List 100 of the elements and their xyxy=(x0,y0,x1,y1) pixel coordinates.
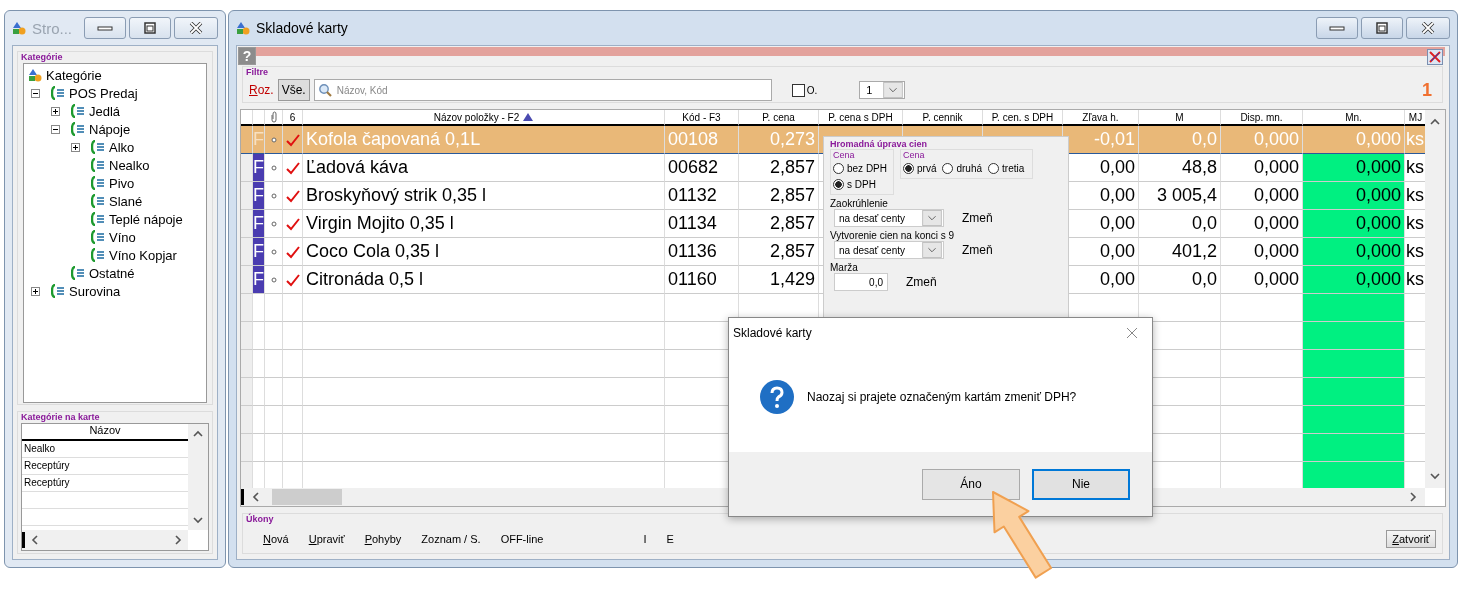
field-label: Marža xyxy=(830,262,858,273)
record-count: 1 xyxy=(1422,79,1432,101)
tree-item[interactable]: Jedlá xyxy=(89,103,121,119)
expand-toggle[interactable] xyxy=(31,286,40,296)
flag-cell: F xyxy=(253,182,265,210)
list-icon xyxy=(91,248,105,262)
maximize-button[interactable] xyxy=(129,17,171,39)
minimize-button[interactable] xyxy=(84,17,126,39)
tree-item[interactable]: Pivo xyxy=(109,175,135,191)
table-cell: 48,8 xyxy=(1139,154,1221,182)
action-button[interactable]: Zoznam / S. xyxy=(421,533,481,545)
row-header-cell xyxy=(241,350,253,378)
dialog-button[interactable]: Nie xyxy=(1032,468,1130,500)
row-header-cell[interactable] xyxy=(241,126,253,154)
close-icon[interactable] xyxy=(1126,327,1138,339)
radio-option[interactable]: druhá xyxy=(942,160,983,176)
radio-option[interactable]: bez DPH xyxy=(833,160,887,176)
tree-item[interactable]: POS Predaj xyxy=(69,85,138,101)
tree-item[interactable]: Víno Kopjar xyxy=(109,247,177,263)
empty-cell xyxy=(283,406,303,434)
action-button[interactable]: I xyxy=(643,533,647,545)
action-button[interactable]: Pohyby xyxy=(364,533,402,545)
dropdown[interactable]: na desať centy xyxy=(834,241,944,259)
minimize-button[interactable] xyxy=(1316,17,1358,39)
close-button[interactable] xyxy=(1406,17,1450,39)
table-cell: Receptúry xyxy=(22,458,188,475)
empty-cell xyxy=(253,434,265,462)
table-cell: Citronáda 0,5 l xyxy=(303,266,665,294)
scroll-right-icon[interactable] xyxy=(172,534,184,546)
scroll-right-icon[interactable] xyxy=(1407,491,1419,503)
list-icon xyxy=(91,230,105,244)
horizontal-scrollbar[interactable] xyxy=(22,530,208,550)
scroll-down-icon[interactable] xyxy=(192,514,204,526)
tree-item[interactable]: Surovina xyxy=(69,283,121,299)
apply-button[interactable]: Zmeň xyxy=(906,275,937,289)
collapse-toggle[interactable] xyxy=(51,124,60,134)
column-header[interactable]: Názov xyxy=(22,424,188,441)
tree-item[interactable]: Ostatné xyxy=(89,265,135,281)
collapse-toggle[interactable] xyxy=(31,88,40,98)
radio-option[interactable]: tretia xyxy=(988,160,1025,176)
expand-toggle[interactable] xyxy=(51,106,60,116)
expand-toggle[interactable] xyxy=(71,142,80,152)
list-icon xyxy=(71,104,85,118)
table-cell: 0,000 xyxy=(1303,126,1405,154)
tree-item[interactable]: Teplé nápoje xyxy=(109,211,183,227)
row-header-cell[interactable] xyxy=(241,238,253,266)
search-field[interactable]: Názov, Kód xyxy=(313,79,772,101)
table-cell: Kofola čapovaná 0,1L xyxy=(303,126,665,154)
scroll-left-icon[interactable] xyxy=(250,491,262,503)
table-cell: 1,429 xyxy=(739,266,819,294)
apply-button[interactable]: Zmeň xyxy=(962,243,993,257)
page-dropdown[interactable]: 1 xyxy=(859,81,906,99)
close-button[interactable] xyxy=(174,17,218,39)
close-button[interactable]: Zatvoriť xyxy=(1386,530,1436,548)
vertical-scrollbar[interactable] xyxy=(1425,110,1445,488)
scrollbar-thumb[interactable] xyxy=(272,489,342,505)
maximize-button[interactable] xyxy=(1361,17,1403,39)
table-cell: 0,000 xyxy=(1303,182,1405,210)
row-header-cell xyxy=(241,294,253,322)
row-header-cell[interactable] xyxy=(241,182,253,210)
caret-icon xyxy=(882,82,905,98)
scroll-left-icon[interactable] xyxy=(29,534,41,546)
tree-item[interactable]: Alko xyxy=(109,139,135,155)
flag-cell: F xyxy=(253,210,265,238)
row-header-cell[interactable] xyxy=(241,266,253,294)
table-cell: 0,0 xyxy=(1139,266,1221,294)
action-button[interactable]: E xyxy=(666,533,674,545)
apply-button[interactable]: Zmeň xyxy=(962,211,993,225)
action-button[interactable]: Nová xyxy=(263,533,289,545)
all-button[interactable]: Vše. xyxy=(277,79,310,101)
dot-icon xyxy=(270,192,277,199)
tree-item[interactable]: Slané xyxy=(109,193,143,209)
tree-item[interactable]: Víno xyxy=(109,229,136,245)
action-button[interactable]: OFF-line xyxy=(500,533,544,545)
expand-link[interactable]: Roz. xyxy=(249,83,274,97)
list-icon xyxy=(91,194,105,208)
shapes-icon xyxy=(236,21,250,35)
radio-option[interactable]: prvá xyxy=(903,160,937,176)
window-title: Stro... xyxy=(32,19,72,37)
row-header-cell[interactable] xyxy=(241,210,253,238)
close-icon[interactable] xyxy=(1427,49,1443,65)
tree-item[interactable]: Nealko xyxy=(109,157,150,173)
action-button[interactable]: Upraviť xyxy=(308,533,345,545)
margin-input[interactable]: 0,0 xyxy=(834,273,888,291)
tree-item[interactable]: Nápoje xyxy=(89,121,131,137)
scroll-down-icon[interactable] xyxy=(1429,470,1441,482)
table-cell: Receptúry xyxy=(22,475,188,492)
table-cell: 0,000 xyxy=(1221,126,1303,154)
vertical-scrollbar[interactable] xyxy=(188,424,208,530)
dot-icon xyxy=(270,164,277,171)
table-cell: Broskyňový strik 0,35 l xyxy=(303,182,665,210)
empty-cell xyxy=(265,434,283,462)
row-header-cell[interactable] xyxy=(241,154,253,182)
dialog-button[interactable]: Áno xyxy=(922,468,1020,500)
tree-item[interactable]: Kategórie xyxy=(46,67,102,83)
table-cell: 401,2 xyxy=(1139,238,1221,266)
radio-option[interactable]: s DPH xyxy=(833,176,887,192)
table-cell: 2,857 xyxy=(739,238,819,266)
dropdown[interactable]: na desať centy xyxy=(834,209,944,227)
table-cell: 2,857 xyxy=(739,210,819,238)
